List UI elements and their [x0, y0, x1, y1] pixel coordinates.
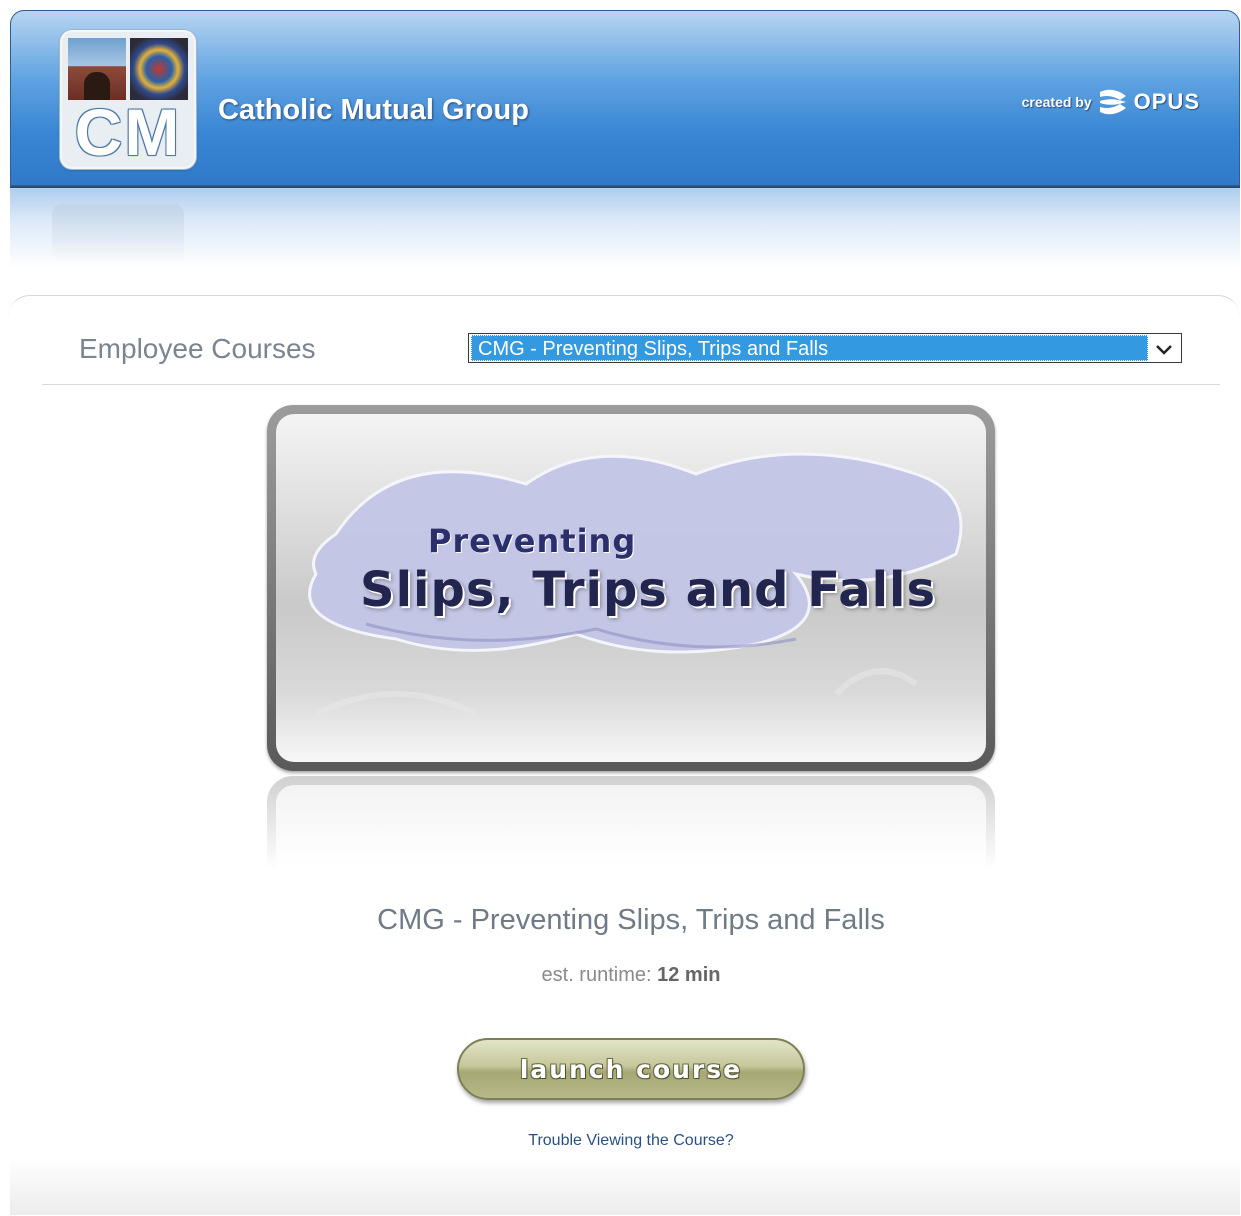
footer-band — [10, 1158, 1240, 1215]
header-reflection — [10, 188, 1240, 268]
course-thumbnail-image: Preventing Slips, Trips and Falls — [276, 414, 986, 762]
chevron-down-icon[interactable] — [1151, 336, 1177, 362]
vendor-name: OPUS — [1133, 89, 1200, 114]
runtime-value: 12 min — [657, 964, 721, 986]
created-by-opus: created by OPUS — [1022, 88, 1200, 116]
logo-letters: CM — [74, 95, 182, 167]
logo-reflection — [52, 204, 184, 260]
site-header: CM Catholic Mutual Group created by OPUS — [10, 10, 1240, 188]
thumbnail-title-line2: Slips, Trips and Falls — [360, 562, 937, 618]
cm-logo: CM — [62, 32, 194, 167]
launch-course-button[interactable]: launch course — [457, 1038, 805, 1100]
runtime-label: est. runtime: — [541, 964, 652, 986]
logo-church-photo — [68, 38, 126, 100]
section-divider — [42, 384, 1220, 385]
course-select[interactable]: CMG - Preventing Slips, Trips and Falls — [468, 333, 1182, 363]
created-by-label: created by — [1021, 94, 1092, 110]
company-name: Catholic Mutual Group — [218, 94, 529, 126]
employee-courses-label: Employee Courses — [79, 333, 316, 364]
thumbnail-title-line1: Preventing — [428, 522, 637, 560]
opus-logo-icon — [1099, 89, 1126, 115]
selected-course-option[interactable]: CMG - Preventing Slips, Trips and Falls — [471, 335, 1148, 361]
thumbnail-reflection-inner — [276, 785, 986, 885]
trouble-viewing-link[interactable]: Trouble Viewing the Course? — [0, 1132, 1241, 1150]
logo-stained-glass-photo — [130, 38, 188, 100]
course-title: CMG - Preventing Slips, Trips and Falls — [377, 904, 885, 936]
course-thumbnail: Preventing Slips, Trips and Falls — [267, 405, 995, 771]
runtime-info: est. runtime: 12 min — [0, 964, 1241, 987]
